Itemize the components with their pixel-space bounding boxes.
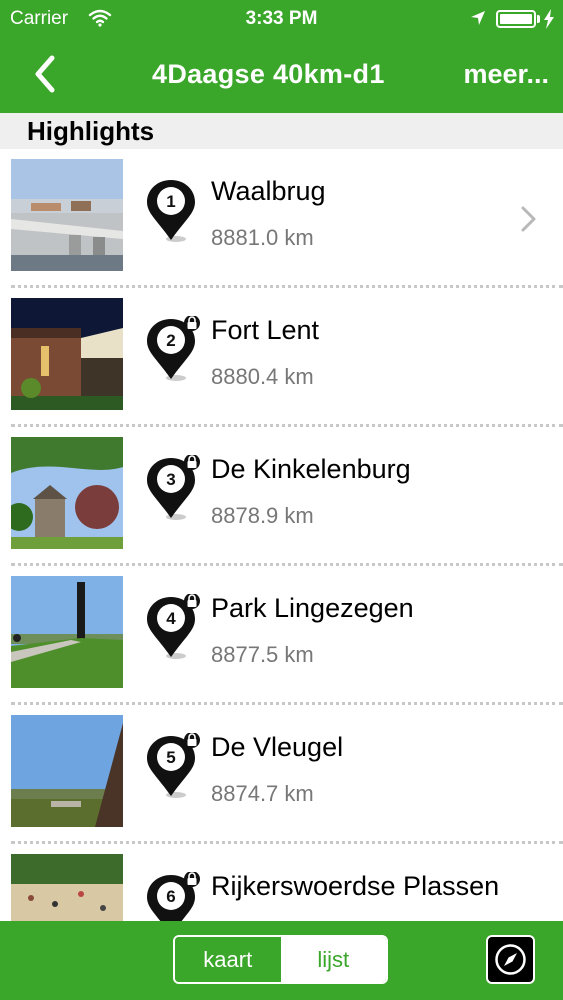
list-item[interactable]: 4 Park Lingezegen 8877.5 km (0, 566, 563, 705)
highlight-thumbnail (11, 576, 123, 688)
back-button[interactable] (24, 52, 68, 96)
view-segmented-control: kaart lijst (173, 935, 388, 984)
highlight-name: De Kinkelenburg (211, 454, 411, 484)
highlight-distance: 8874.7 km (211, 781, 314, 806)
pin-number: 6 (166, 887, 175, 906)
pin-number: 4 (166, 609, 176, 628)
highlight-distance: 8877.5 km (211, 642, 314, 667)
section-title: Highlights (27, 116, 155, 146)
highlight-name: Waalbrug (211, 176, 326, 206)
map-pin-locked-icon: 3 (142, 454, 200, 523)
list-item[interactable]: 6 Rijkerswoerdse Plassen (0, 844, 563, 921)
pin-number: 1 (166, 192, 175, 211)
list-item[interactable]: 3 De Kinkelenburg 8878.9 km (0, 427, 563, 566)
map-pin-locked-icon: 6 (142, 871, 200, 921)
map-pin-locked-icon: 5 (142, 732, 200, 801)
highlight-distance: 8878.9 km (211, 503, 314, 528)
list-item[interactable]: 5 De Vleugel 8874.7 km (0, 705, 563, 844)
battery-icon (496, 10, 536, 28)
section-header: Highlights (0, 113, 563, 149)
highlight-name: Fort Lent (211, 315, 320, 345)
highlight-thumbnail (11, 854, 123, 921)
highlight-thumbnail (11, 159, 123, 271)
location-arrow-icon (470, 10, 486, 32)
map-pin-locked-icon: 4 (142, 593, 200, 662)
bottom-toolbar: kaart lijst (0, 921, 563, 1000)
highlight-thumbnail (11, 715, 123, 827)
chevron-right-icon (518, 204, 540, 234)
highlight-thumbnail (11, 437, 123, 549)
highlight-name: Park Lingezegen (211, 593, 414, 623)
app-header: Carrier 3:33 PM 4Daagse 40km-d1 meer... (0, 0, 563, 113)
pin-number: 2 (166, 331, 175, 350)
pin-number: 5 (166, 748, 175, 767)
highlight-thumbnail (11, 298, 123, 410)
highlight-name: De Vleugel (211, 732, 344, 762)
chevron-left-icon (35, 55, 55, 93)
lijst-tab[interactable]: lijst (280, 937, 386, 982)
map-pin-locked-icon: 2 (142, 315, 200, 384)
compass-icon (495, 944, 526, 975)
highlights-list[interactable]: 1 Waalbrug 8881.0 km 2 Fort Lent 8880.4 … (0, 149, 563, 921)
highlight-name: Rijkerswoerdse Plassen (211, 871, 500, 901)
navigation-bar: 4Daagse 40km-d1 meer... (0, 38, 563, 113)
kaart-tab[interactable]: kaart (175, 937, 281, 982)
pin-number: 3 (166, 470, 175, 489)
charging-bolt-icon (543, 9, 555, 35)
highlight-distance: 8880.4 km (211, 364, 314, 389)
highlight-distance: 8881.0 km (211, 225, 314, 250)
map-pin-icon: 1 (142, 177, 200, 245)
list-item[interactable]: 1 Waalbrug 8881.0 km (0, 149, 563, 288)
more-button[interactable]: meer... (463, 59, 549, 90)
compass-button[interactable] (486, 935, 535, 984)
page-title: 4Daagse 40km-d1 (152, 59, 385, 89)
status-bar: Carrier 3:33 PM (0, 0, 563, 38)
battery-tip (537, 15, 540, 23)
list-item[interactable]: 2 Fort Lent 8880.4 km (0, 288, 563, 427)
battery-level (500, 14, 532, 24)
